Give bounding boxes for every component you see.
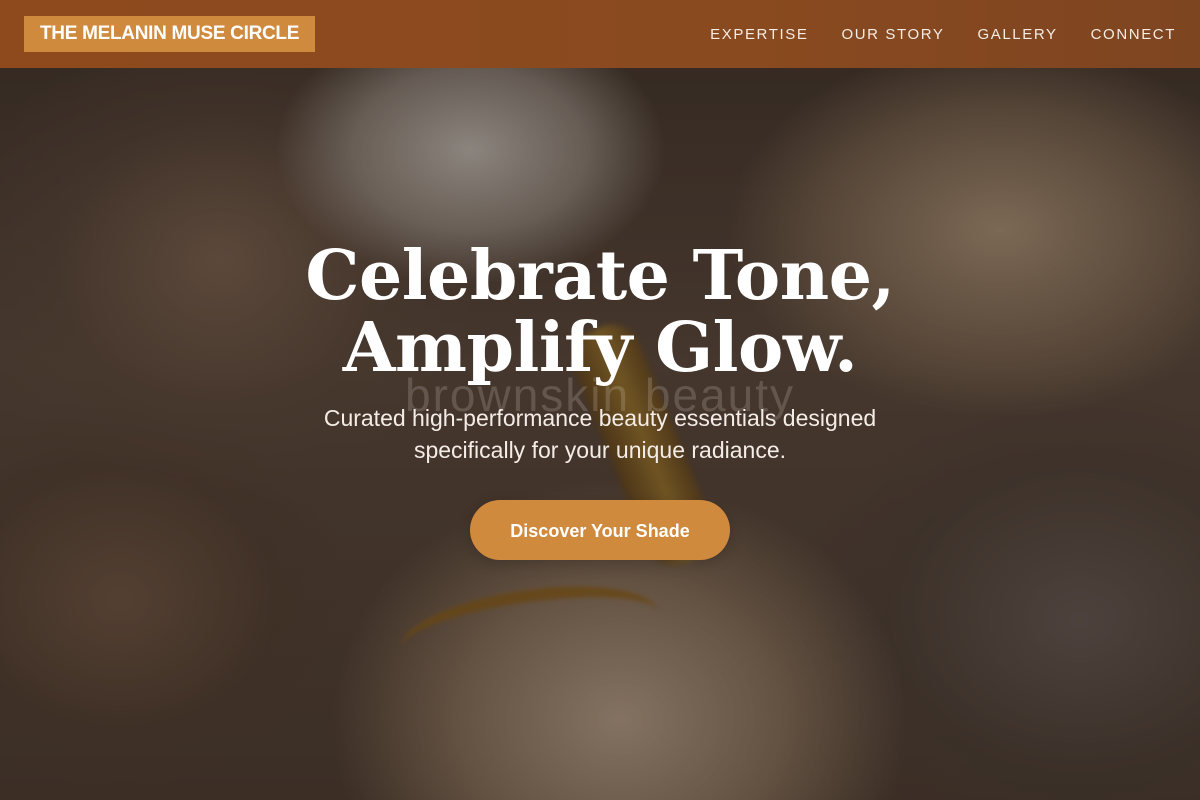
hero-title: Celebrate Tone, Amplify Glow. (0, 240, 1200, 384)
main-nav: EXPERTISE OUR STORY GALLERY CONNECT (710, 26, 1176, 43)
nav-link-gallery[interactable]: GALLERY (977, 26, 1057, 43)
nav-link-our-story[interactable]: OUR STORY (841, 26, 944, 43)
hero-subtitle-line-1: Curated high-performance beauty essentia… (323, 405, 877, 431)
hero-subtitle: Curated high-performance beauty essentia… (280, 402, 920, 466)
discover-shade-button[interactable]: Discover Your Shade (470, 500, 730, 560)
hero-title-line-1: Celebrate Tone, (305, 236, 895, 316)
nav-link-connect[interactable]: CONNECT (1091, 26, 1176, 43)
top-navigation-bar: THE MELANIN MUSE CIRCLE EXPERTISE OUR ST… (0, 0, 1200, 68)
hero-subtitle-line-2: specifically for your unique radiance. (413, 437, 787, 463)
landing-page: THE MELANIN MUSE CIRCLE EXPERTISE OUR ST… (0, 0, 1200, 800)
hero-section: brownskin beauty Celebrate Tone, Amplify… (0, 240, 1200, 560)
nav-link-expertise[interactable]: EXPERTISE (710, 26, 808, 43)
hero-title-line-2: Amplify Glow. (342, 308, 858, 388)
brand-logo[interactable]: THE MELANIN MUSE CIRCLE (24, 16, 316, 52)
